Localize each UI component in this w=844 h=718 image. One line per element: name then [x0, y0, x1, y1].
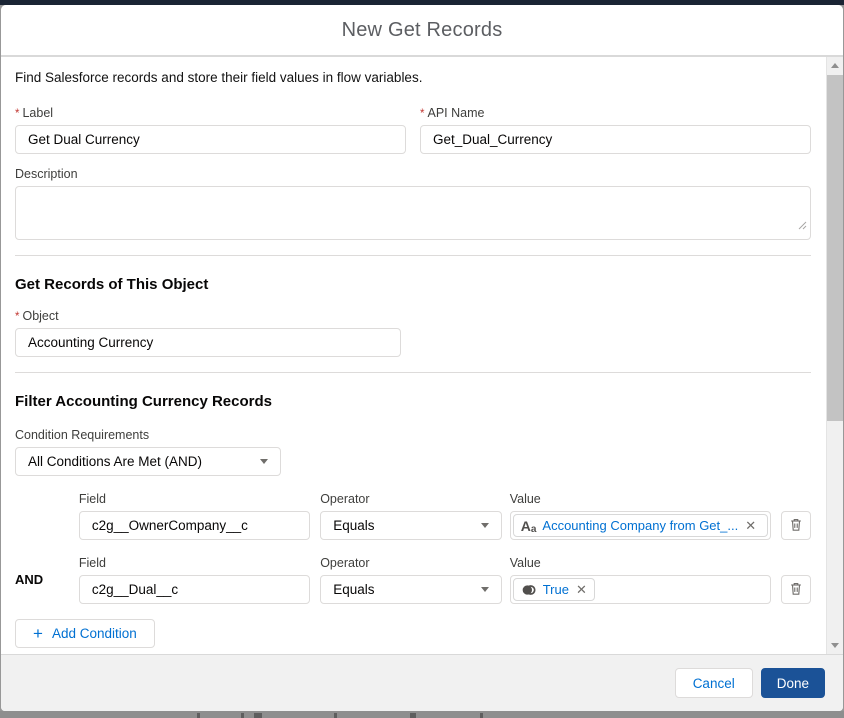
condition-row: AND Field Operator Equals Value	[15, 556, 811, 604]
arrow-up-icon	[831, 63, 839, 68]
scrollbar-thumb[interactable]	[827, 75, 843, 421]
condition-prefix: AND	[15, 556, 79, 603]
remove-value-icon[interactable]: ✕	[745, 519, 756, 532]
object-section-heading: Get Records of This Object	[15, 276, 811, 293]
backdrop-artifact	[480, 713, 483, 718]
delete-condition-button[interactable]	[781, 511, 811, 540]
modal-footer: Cancel Done	[1, 654, 843, 711]
condition-value-combobox[interactable]: True ✕	[510, 575, 771, 604]
modal-title: New Get Records	[342, 19, 503, 42]
modal-body: Find Salesforce records and store their …	[1, 57, 843, 654]
scroll-up-button[interactable]	[827, 57, 843, 74]
done-button[interactable]: Done	[761, 668, 825, 698]
required-marker: *	[15, 311, 19, 323]
backdrop-artifact	[410, 713, 416, 718]
backdrop-bottom-bar	[0, 711, 844, 718]
label-field-label: *Label	[15, 106, 406, 120]
section-divider	[15, 255, 811, 256]
required-marker: *	[15, 108, 19, 120]
chevron-down-icon	[481, 587, 489, 592]
condition-field-input[interactable]	[79, 511, 310, 540]
condition-value-group: Value Aa Accounting Company from Get_...…	[510, 492, 771, 540]
boolean-type-icon	[521, 582, 537, 598]
add-condition-label: Add Condition	[52, 626, 137, 641]
condition-requirements-label: Condition Requirements	[15, 428, 281, 442]
object-input[interactable]	[15, 328, 401, 357]
vertical-scrollbar[interactable]	[826, 57, 843, 654]
api-name-field-label: *API Name	[420, 106, 811, 120]
arrow-down-icon	[831, 643, 839, 648]
object-field-group: *Object	[15, 309, 401, 357]
condition-row: Field Operator Equals Value Aa Acc	[15, 492, 811, 540]
value-pill-text[interactable]: Accounting Company from Get_...	[542, 518, 738, 533]
new-get-records-modal: New Get Records Find Salesforce records …	[1, 5, 843, 711]
condition-operator-group: Operator Equals	[320, 492, 502, 540]
cancel-button[interactable]: Cancel	[675, 668, 753, 698]
operator-value: Equals	[333, 518, 374, 533]
description-textarea[interactable]	[15, 186, 811, 240]
value-pill[interactable]: True ✕	[513, 578, 595, 601]
condition-field-group: Field	[79, 556, 310, 604]
operator-column-label: Operator	[320, 492, 502, 506]
value-pill[interactable]: Aa Accounting Company from Get_... ✕	[513, 514, 768, 537]
backdrop-artifact	[197, 713, 200, 718]
trash-icon	[789, 581, 803, 599]
field-column-label: Field	[79, 492, 310, 506]
label-input[interactable]	[15, 125, 406, 154]
plus-icon: +	[33, 625, 43, 642]
intro-text: Find Salesforce records and store their …	[15, 57, 811, 85]
filter-section-heading: Filter Accounting Currency Records	[15, 393, 811, 410]
condition-value-group: Value True ✕	[510, 556, 771, 604]
api-name-field-group: *API Name	[420, 106, 811, 154]
chevron-down-icon	[481, 523, 489, 528]
condition-prefix	[15, 492, 79, 539]
description-field-group: Description	[15, 167, 811, 240]
label-field-group: *Label	[15, 106, 406, 154]
condition-operator-select[interactable]: Equals	[320, 511, 502, 540]
operator-value: Equals	[333, 582, 374, 597]
condition-requirements-group: Condition Requirements All Conditions Ar…	[15, 428, 281, 476]
add-condition-button[interactable]: + Add Condition	[15, 619, 155, 648]
condition-operator-group: Operator Equals	[320, 556, 502, 604]
value-column-label: Value	[510, 556, 771, 570]
condition-value-combobox[interactable]: Aa Accounting Company from Get_... ✕	[510, 511, 771, 540]
required-marker: *	[420, 108, 424, 120]
condition-field-group: Field	[79, 492, 310, 540]
backdrop-artifact	[334, 713, 337, 718]
scroll-down-button[interactable]	[827, 637, 843, 654]
description-field-label: Description	[15, 167, 811, 181]
condition-field-input[interactable]	[79, 575, 310, 604]
backdrop-artifact	[254, 713, 262, 718]
condition-requirements-value: All Conditions Are Met (AND)	[28, 454, 202, 469]
api-name-input[interactable]	[420, 125, 811, 154]
operator-column-label: Operator	[320, 556, 502, 570]
value-pill-text[interactable]: True	[543, 582, 569, 597]
chevron-down-icon	[260, 459, 268, 464]
trash-icon	[789, 517, 803, 535]
remove-value-icon[interactable]: ✕	[576, 583, 587, 596]
delete-condition-button[interactable]	[781, 575, 811, 604]
text-type-icon: Aa	[521, 519, 537, 533]
backdrop-artifact	[241, 713, 244, 718]
field-column-label: Field	[79, 556, 310, 570]
condition-operator-select[interactable]: Equals	[320, 575, 502, 604]
value-column-label: Value	[510, 492, 771, 506]
object-field-label: *Object	[15, 309, 401, 323]
section-divider	[15, 372, 811, 373]
modal-header: New Get Records	[1, 5, 843, 57]
condition-requirements-select[interactable]: All Conditions Are Met (AND)	[15, 447, 281, 476]
